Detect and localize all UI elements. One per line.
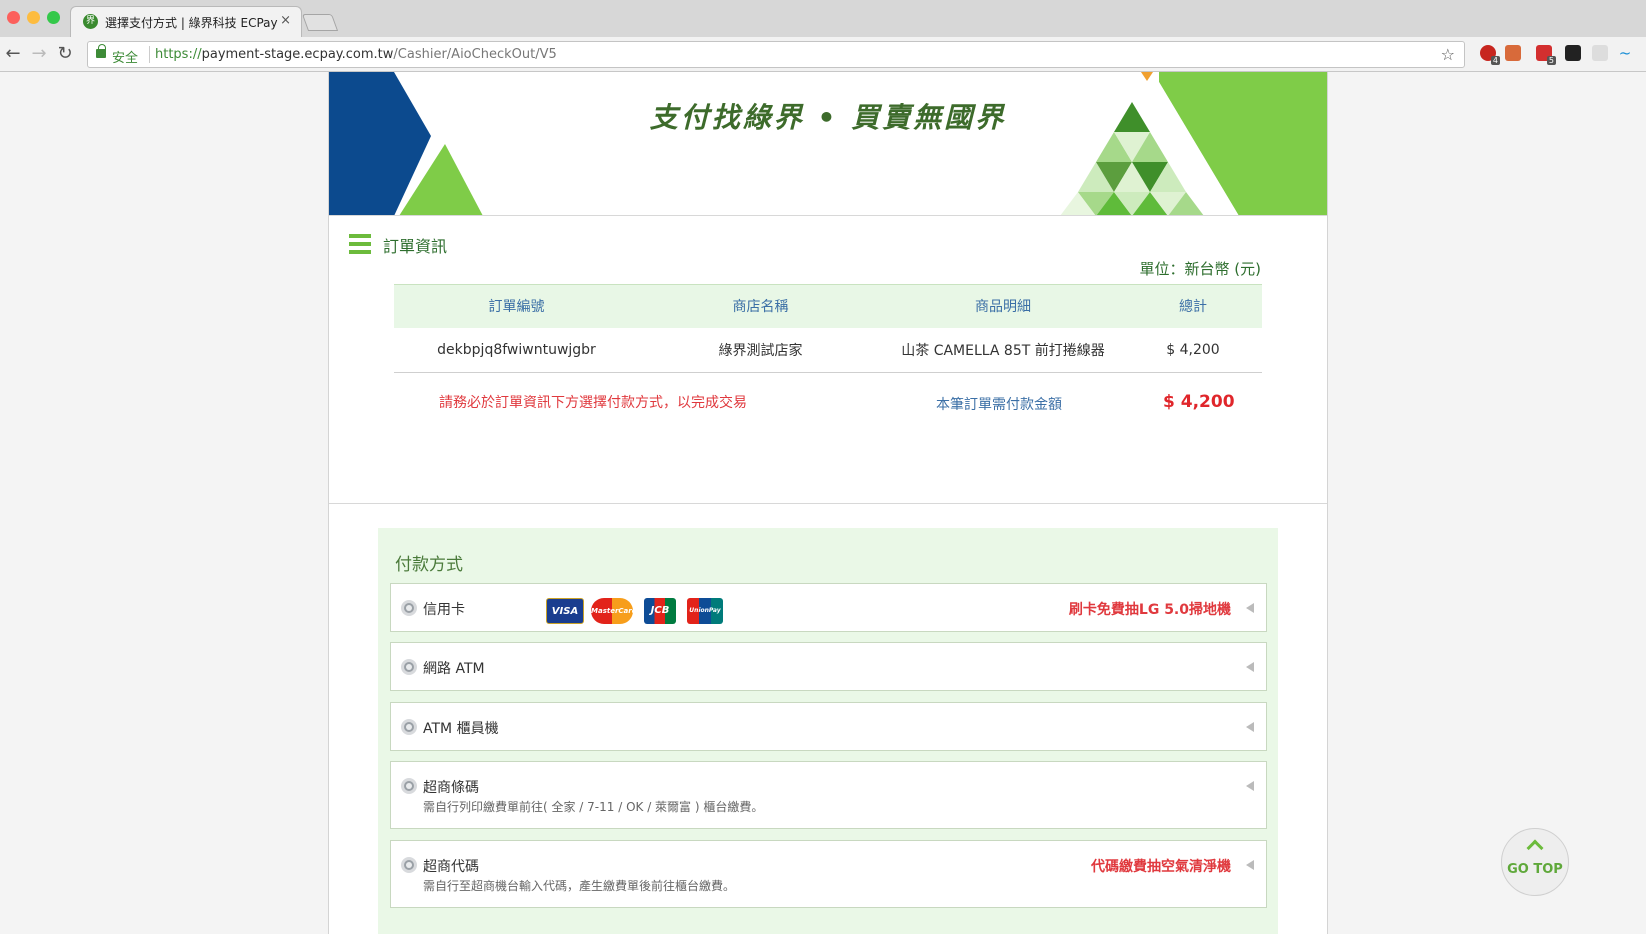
cell-order-no: dekbpjq8fwiwntuwjgbr (394, 327, 639, 373)
col-header-order-no: 訂單編號 (394, 284, 639, 328)
banner-graphic (329, 72, 1327, 215)
payment-methods-panel: 付款方式 信用卡 VISA MasterCard JCB UnionPay 刷卡… (378, 528, 1278, 934)
grid-ext-icon[interactable] (1592, 45, 1608, 61)
cell-store: 綠界測試店家 (639, 327, 882, 373)
reload-icon[interactable]: ↻ (54, 43, 76, 64)
cell-total: $ 4,200 (1124, 327, 1262, 373)
col-header-items: 商品明細 (882, 284, 1124, 328)
chevron-up-icon (1526, 839, 1544, 857)
radio-atm[interactable] (401, 719, 417, 735)
bookmark-star-icon[interactable]: ☆ (1441, 45, 1455, 64)
browser-tab-bar: 界 選擇支付方式 | 綠界科技 ECPay × (0, 0, 1646, 37)
option-desc-cvs-code: 需自行至超商機台輸入代碼，產生繳費單後前往櫃台繳費。 (423, 879, 736, 893)
option-label-atm: ATM 櫃員機 (423, 721, 499, 737)
order-section-title: 訂單資訊 (383, 237, 448, 256)
browser-toolbar: ← → ↻ 安全 https://payment-stage.ecpay.com… (0, 37, 1646, 72)
tab-title: 選擇支付方式 | 綠界科技 ECPay (105, 16, 278, 30)
close-window-button[interactable] (7, 11, 20, 24)
option-promo-cvs-code: 代碼繳費抽空氣清淨機 (1091, 859, 1231, 875)
radio-credit-card[interactable] (401, 600, 417, 616)
list-icon (349, 234, 371, 254)
total-label: 本筆訂單需付款金額 (936, 397, 1062, 413)
section-divider (329, 503, 1327, 504)
payment-option-atm[interactable]: ATM 櫃員機 (390, 702, 1267, 751)
col-header-store: 商店名稱 (639, 284, 882, 328)
forward-arrow-icon[interactable]: → (28, 43, 50, 64)
ecpay-favicon-icon: 界 (83, 14, 98, 29)
minimize-window-button[interactable] (27, 11, 40, 24)
ecpay-banner: 支付找綠界 • 買賣無國界 (329, 72, 1327, 216)
url-separator (149, 46, 150, 63)
secure-label: 安全 (112, 51, 139, 66)
lock-icon (96, 44, 106, 58)
checkout-page: 支付找綠界 • 買賣無國界 訂單資訊 單位：新台幣 (元) 訂單編號 商店名稱 … (328, 72, 1328, 934)
cell-items: 山茶 CAMELLA 85T 前打捲線器 (882, 327, 1124, 373)
option-promo-credit-card: 刷卡免費抽LG 5.0掃地機 (1068, 602, 1231, 618)
order-summary: 請務必於訂單資訊下方選擇付款方式，以完成交易 本筆訂單需付款金額 $ 4,200 (394, 388, 1262, 428)
radio-web-atm[interactable] (401, 659, 417, 675)
payment-option-credit-card[interactable]: 信用卡 VISA MasterCard JCB UnionPay 刷卡免費抽LG… (390, 583, 1267, 632)
payment-option-cvs-barcode[interactable]: 超商條碼 需自行列印繳費單前往( 全家 / 7-11 / OK / 萊爾富 ) … (390, 761, 1267, 829)
option-label-credit-card: 信用卡 (423, 602, 465, 618)
table-row: dekbpjq8fwiwntuwjgbr 綠界測試店家 山茶 CAMELLA 8… (394, 327, 1262, 373)
go-top-label: GO TOP (1507, 862, 1563, 877)
total-amount: $ 4,200 (1163, 392, 1235, 412)
shield-ext-icon[interactable]: 5 (1536, 45, 1556, 65)
jcb-logo-icon: JCB (644, 598, 676, 624)
currency-unit-note: 單位：新台幣 (元) (1139, 260, 1261, 278)
order-table: 訂單編號 商店名稱 商品明細 總計 dekbpjq8fwiwntuwjgbr 綠… (394, 284, 1262, 373)
url-host: payment-stage.ecpay.com.tw (201, 47, 394, 62)
go-top-button[interactable]: GO TOP (1501, 828, 1569, 896)
radio-cvs-code[interactable] (401, 857, 417, 873)
url-path: /Cashier/AioCheckOut/V5 (393, 47, 557, 62)
expand-arrow-icon[interactable] (1246, 860, 1254, 870)
extension-badge: 5 (1546, 56, 1556, 65)
new-tab-button[interactable] (301, 14, 339, 31)
tab-close-icon[interactable]: × (280, 13, 291, 28)
unionpay-logo-icon: UnionPay (687, 598, 723, 624)
option-desc-cvs-barcode: 需自行列印繳費單前往( 全家 / 7-11 / OK / 萊爾富 ) 櫃台繳費。 (423, 800, 764, 814)
payment-option-cvs-code[interactable]: 超商代碼 需自行至超商機台輸入代碼，產生繳費單後前往櫃台繳費。 代碼繳費抽空氣清… (390, 840, 1267, 908)
option-label-cvs-barcode: 超商條碼 (423, 780, 479, 796)
abp-icon[interactable]: 4 (1480, 45, 1500, 65)
payment-notice: 請務必於訂單資訊下方選擇付款方式，以完成交易 (439, 395, 747, 411)
maximize-window-button[interactable] (47, 11, 60, 24)
payment-option-web-atm[interactable]: 網路 ATM (390, 642, 1267, 691)
expand-arrow-icon[interactable] (1246, 781, 1254, 791)
back-arrow-icon[interactable]: ← (2, 43, 24, 64)
banner-slogan: 支付找綠界 • 買賣無國界 (649, 101, 1007, 134)
wave-ext-icon[interactable]: ~ (1617, 45, 1633, 61)
horse-ext-icon[interactable] (1565, 45, 1581, 61)
extension-badge: 4 (1490, 56, 1500, 65)
payment-methods-title: 付款方式 (395, 555, 463, 575)
visa-logo-icon: VISA (546, 598, 584, 624)
url-text[interactable]: https://payment-stage.ecpay.com.tw/Cashi… (155, 47, 557, 62)
expand-arrow-icon[interactable] (1246, 603, 1254, 613)
col-header-total: 總計 (1124, 284, 1262, 328)
bookmark-ext-icon[interactable] (1505, 45, 1521, 61)
option-label-cvs-code: 超商代碼 (423, 859, 479, 875)
url-scheme: https:// (155, 47, 202, 62)
option-label-web-atm: 網路 ATM (423, 661, 485, 677)
mastercard-logo-icon: MasterCard (591, 598, 637, 624)
expand-arrow-icon[interactable] (1246, 662, 1254, 672)
browser-tab[interactable]: 界 選擇支付方式 | 綠界科技 ECPay × (70, 6, 302, 37)
address-bar[interactable]: 安全 https://payment-stage.ecpay.com.tw/Ca… (87, 41, 1465, 68)
radio-cvs-barcode[interactable] (401, 778, 417, 794)
expand-arrow-icon[interactable] (1246, 722, 1254, 732)
